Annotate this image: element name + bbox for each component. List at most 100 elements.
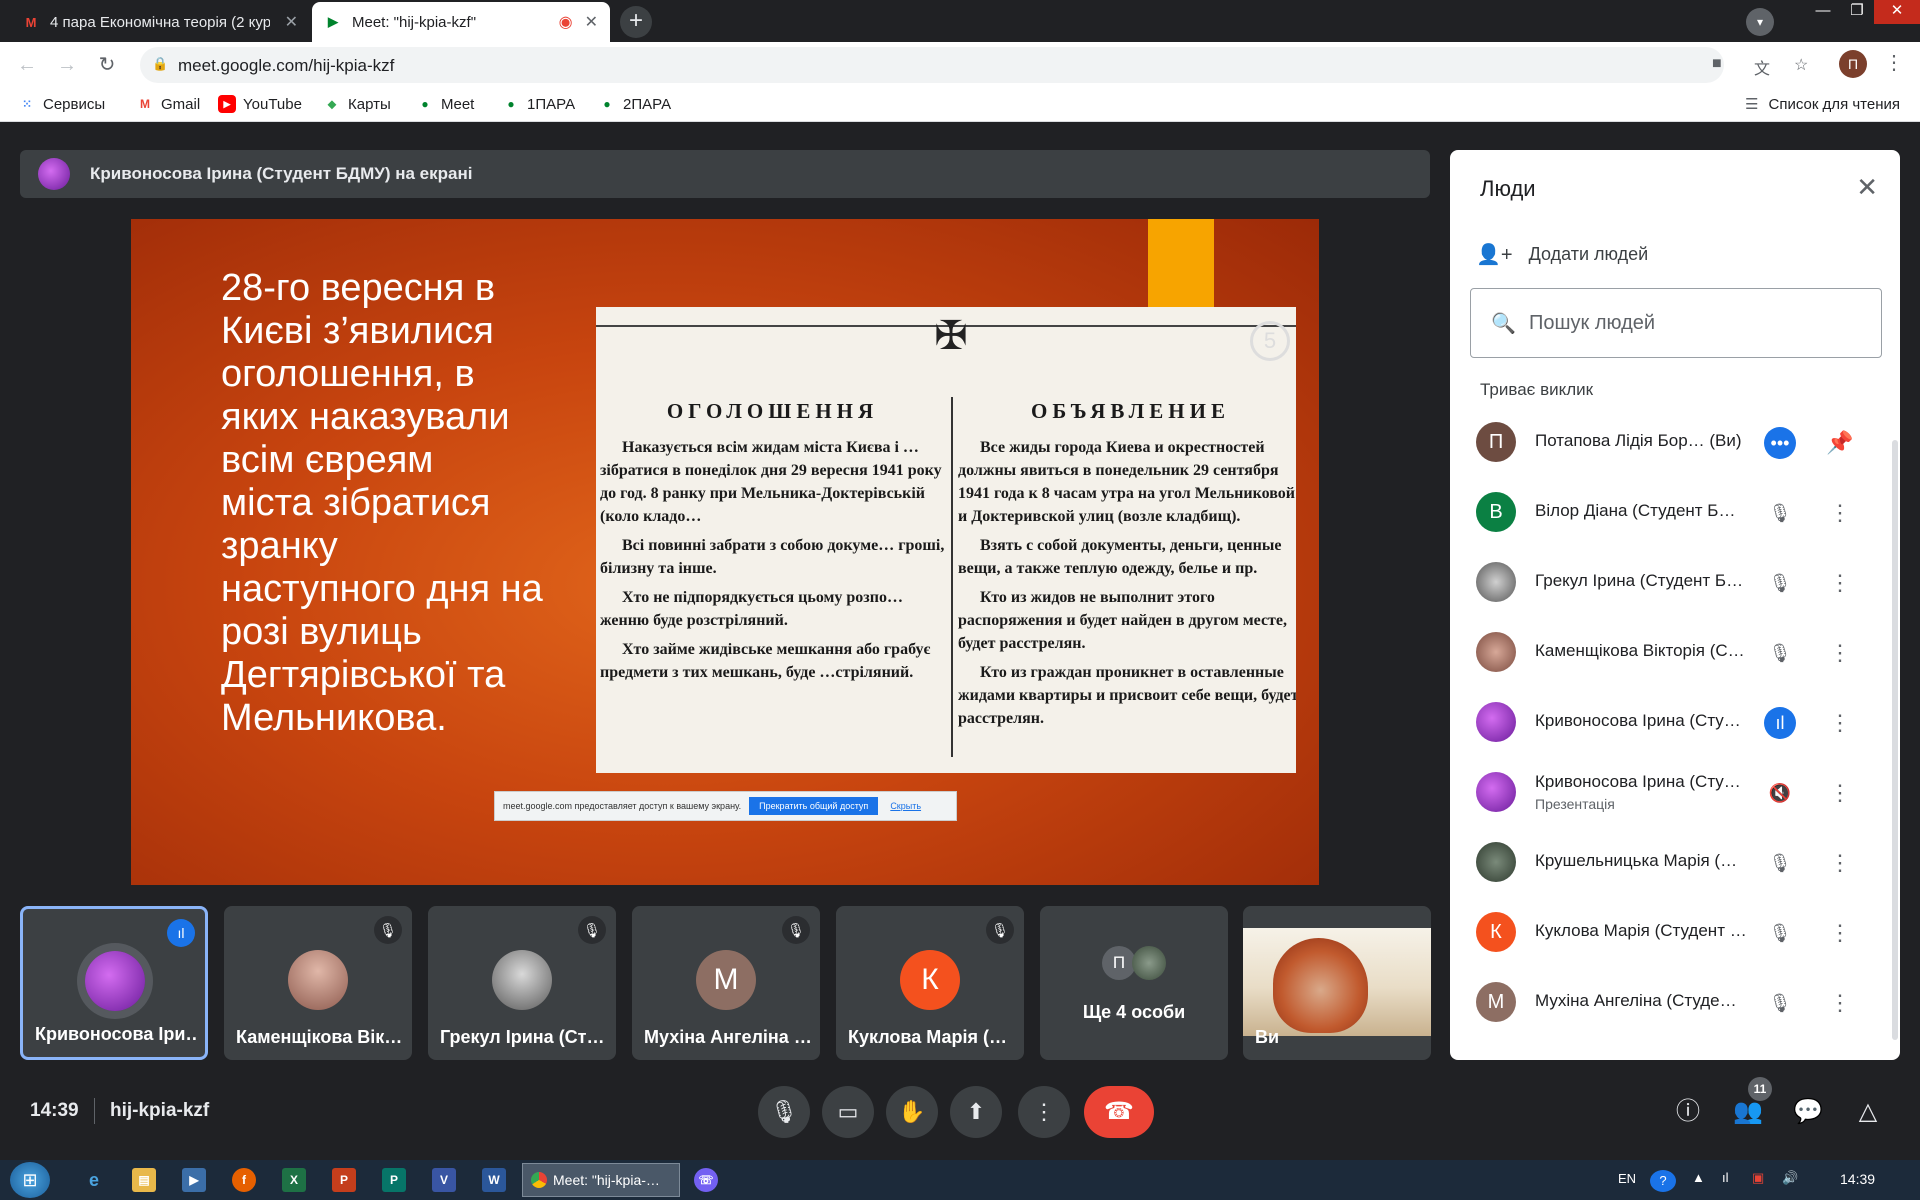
list-item[interactable]: Крушельницька Марія (… 🎙 ⋮ — [1450, 828, 1900, 898]
mic-off-icon[interactable]: 🎙 — [1764, 917, 1796, 949]
mic-off-icon[interactable]: 🎙 — [1764, 497, 1796, 529]
address-bar[interactable]: 🔒 meet.google.com/hij-kpia-kzf ■ 文 ☆ — [140, 47, 1808, 83]
bookmark-2para[interactable]: ● 2ПАРА — [598, 95, 671, 113]
network-icon[interactable]: ▣ — [1752, 1170, 1764, 1186]
microphone-button[interactable]: 🎙 — [758, 1086, 810, 1138]
leave-call-button[interactable]: ☎ — [1084, 1086, 1154, 1138]
pin-icon[interactable]: 📌 — [1824, 427, 1856, 459]
more-vert-icon[interactable]: ⋮ — [1824, 987, 1856, 1019]
participant-tile[interactable]: 🎙 Каменщікова Вік… — [224, 906, 412, 1060]
list-item[interactable]: Каменщікова Вікторія (С… 🎙 ⋮ — [1450, 618, 1900, 688]
more-vert-icon[interactable]: ⋮ — [1824, 777, 1856, 809]
participant-tile[interactable]: М 🎙 Мухіна Ангеліна … — [632, 906, 820, 1060]
tab-meet[interactable]: ▶ Meet: "hij-kpia-kzf" ◉ ✕ — [312, 2, 610, 42]
list-item[interactable]: М Мухіна Ангеліна (Студе… 🎙 ⋮ — [1450, 968, 1900, 1038]
camera-icon[interactable]: ■ — [1712, 55, 1722, 73]
bookmark-gmail[interactable]: M Gmail — [136, 95, 200, 113]
internet-explorer-icon[interactable]: e — [82, 1168, 106, 1192]
profile-avatar[interactable]: П — [1839, 50, 1867, 78]
taskbar-chrome-window[interactable]: Meet: "hij-kpia-… — [522, 1163, 680, 1197]
excel-icon[interactable]: X — [282, 1168, 306, 1192]
help-icon[interactable]: ? — [1650, 1170, 1676, 1192]
more-vert-icon[interactable]: ⋮ — [1824, 847, 1856, 879]
list-item[interactable]: К Куклова Марія (Студент … 🎙 ⋮ — [1450, 898, 1900, 968]
more-vert-icon[interactable]: ⋮ — [1824, 497, 1856, 529]
bookmark-maps[interactable]: ⬥ Карты — [323, 95, 391, 113]
system-clock[interactable]: 14:39 — [1840, 1171, 1875, 1187]
list-item[interactable]: В Вілор Діана (Студент Б… 🎙 ⋮ — [1450, 478, 1900, 548]
add-people-button[interactable]: 👤+ Додати людей — [1476, 242, 1648, 267]
file-explorer-icon[interactable]: ▤ — [132, 1168, 156, 1192]
reload-icon[interactable]: ↻ — [92, 50, 122, 80]
tab-search-icon[interactable]: ▾ — [1746, 8, 1774, 36]
lock-icon[interactable]: 🔒 — [152, 56, 168, 72]
meeting-details-button[interactable]: ⓘ — [1670, 1094, 1706, 1130]
forward-icon[interactable]: → — [52, 50, 82, 80]
self-view-tile[interactable]: Ви — [1243, 906, 1431, 1060]
bookmark-meet[interactable]: ● Meet — [416, 95, 474, 113]
bookmark-youtube[interactable]: ▶ YouTube — [218, 95, 302, 113]
start-button[interactable]: ⊞ — [10, 1162, 50, 1198]
bookmark-services[interactable]: ⁙ Сервисы — [18, 95, 105, 113]
publisher-icon[interactable]: P — [382, 1168, 406, 1192]
restore-icon[interactable]: ❐ — [1840, 0, 1874, 24]
more-vert-icon[interactable]: ⋮ — [1824, 637, 1856, 669]
more-vert-icon[interactable]: ⋮ — [1824, 707, 1856, 739]
new-tab-button[interactable]: + — [620, 6, 652, 38]
mic-off-icon[interactable]: 🎙 — [1764, 567, 1796, 599]
chat-button[interactable]: 💬 — [1790, 1094, 1826, 1130]
mic-off-icon[interactable]: 🎙 — [1764, 987, 1796, 1019]
participant-tile[interactable]: 🎙 Грекул Ірина (Ст… — [428, 906, 616, 1060]
more-options-button[interactable]: ⋮ — [1018, 1086, 1070, 1138]
mic-off-icon[interactable]: 🎙 — [1764, 637, 1796, 669]
speaking-indicator-icon[interactable]: ıl — [1764, 707, 1796, 739]
people-search-field[interactable]: 🔍 — [1470, 288, 1882, 358]
powerpoint-icon[interactable]: P — [332, 1168, 356, 1192]
more-vert-icon[interactable]: ⋮ — [1824, 567, 1856, 599]
hide-notice-link[interactable]: Скрыть — [890, 801, 921, 811]
video-camera-icon: ▭ — [837, 1099, 859, 1124]
minimize-icon[interactable]: — — [1806, 0, 1840, 24]
present-screen-button[interactable]: ⬆ — [950, 1086, 1002, 1138]
people-search-input[interactable] — [1529, 307, 1859, 339]
more-vert-icon[interactable]: ⋮ — [1824, 917, 1856, 949]
list-item[interactable]: Грекул Ірина (Студент Б… 🎙 ⋮ — [1450, 548, 1900, 618]
more-participants-tile[interactable]: П Ще 4 особи — [1040, 906, 1228, 1060]
word-icon[interactable]: W — [482, 1168, 506, 1192]
camera-button[interactable]: ▭ — [822, 1086, 874, 1138]
window-close-icon[interactable]: ✕ — [1874, 0, 1920, 24]
back-icon[interactable]: ← — [12, 50, 42, 80]
mic-off-icon[interactable]: 🎙 — [1764, 847, 1796, 879]
visio-icon[interactable]: V — [432, 1168, 456, 1192]
translate-icon[interactable]: 文 — [1754, 55, 1770, 79]
activities-button[interactable]: △ — [1850, 1094, 1886, 1130]
close-icon[interactable]: ✕ — [1856, 172, 1878, 203]
volume-icon[interactable]: 🔊 — [1782, 1170, 1798, 1186]
raise-hand-button[interactable]: ✋ — [886, 1086, 938, 1138]
participant-tile[interactable]: ıl Кривоносова Іри… — [20, 906, 208, 1060]
signal-icon[interactable]: ıl — [1722, 1170, 1729, 1185]
url-text[interactable]: meet.google.com/hij-kpia-kzf — [178, 56, 394, 76]
menu-icon[interactable]: ⋮ — [1884, 50, 1904, 75]
viber-icon[interactable]: ☏ — [694, 1168, 718, 1192]
media-player-icon[interactable]: ▶ — [182, 1168, 206, 1192]
avatar — [38, 158, 70, 190]
firefox-icon[interactable]: f — [232, 1168, 256, 1192]
list-item[interactable]: П Потапова Лідія Бор… (Ви) ••• 📌 — [1450, 408, 1900, 478]
tray-expand-icon[interactable]: ▲ — [1692, 1170, 1705, 1185]
more-options-icon[interactable]: ••• — [1764, 427, 1796, 459]
star-icon[interactable]: ☆ — [1794, 55, 1808, 75]
tab-gmail[interactable]: M 4 пара Економічна теорія (2 кур ✕ — [10, 2, 310, 42]
language-indicator[interactable]: EN — [1618, 1171, 1636, 1186]
reading-list-button[interactable]: ☰ Список для чтения — [1745, 95, 1900, 114]
volume-off-icon[interactable]: 🔇 — [1764, 777, 1796, 809]
reading-list-icon: ☰ — [1745, 96, 1759, 113]
participant-tile[interactable]: К 🎙 Куклова Марія (… — [836, 906, 1024, 1060]
stop-sharing-button[interactable]: Прекратить общий доступ — [749, 797, 879, 815]
list-item[interactable]: Кривоносова Ірина (Сту… Презентація 🔇 ⋮ — [1450, 758, 1900, 828]
scrollbar[interactable] — [1892, 440, 1898, 1040]
bookmark-1para[interactable]: ● 1ПАРА — [502, 95, 575, 113]
list-item[interactable]: Кривоносова Ірина (Сту… ıl ⋮ — [1450, 688, 1900, 758]
close-icon[interactable]: ✕ — [285, 12, 298, 32]
close-icon[interactable]: ✕ — [585, 12, 598, 32]
